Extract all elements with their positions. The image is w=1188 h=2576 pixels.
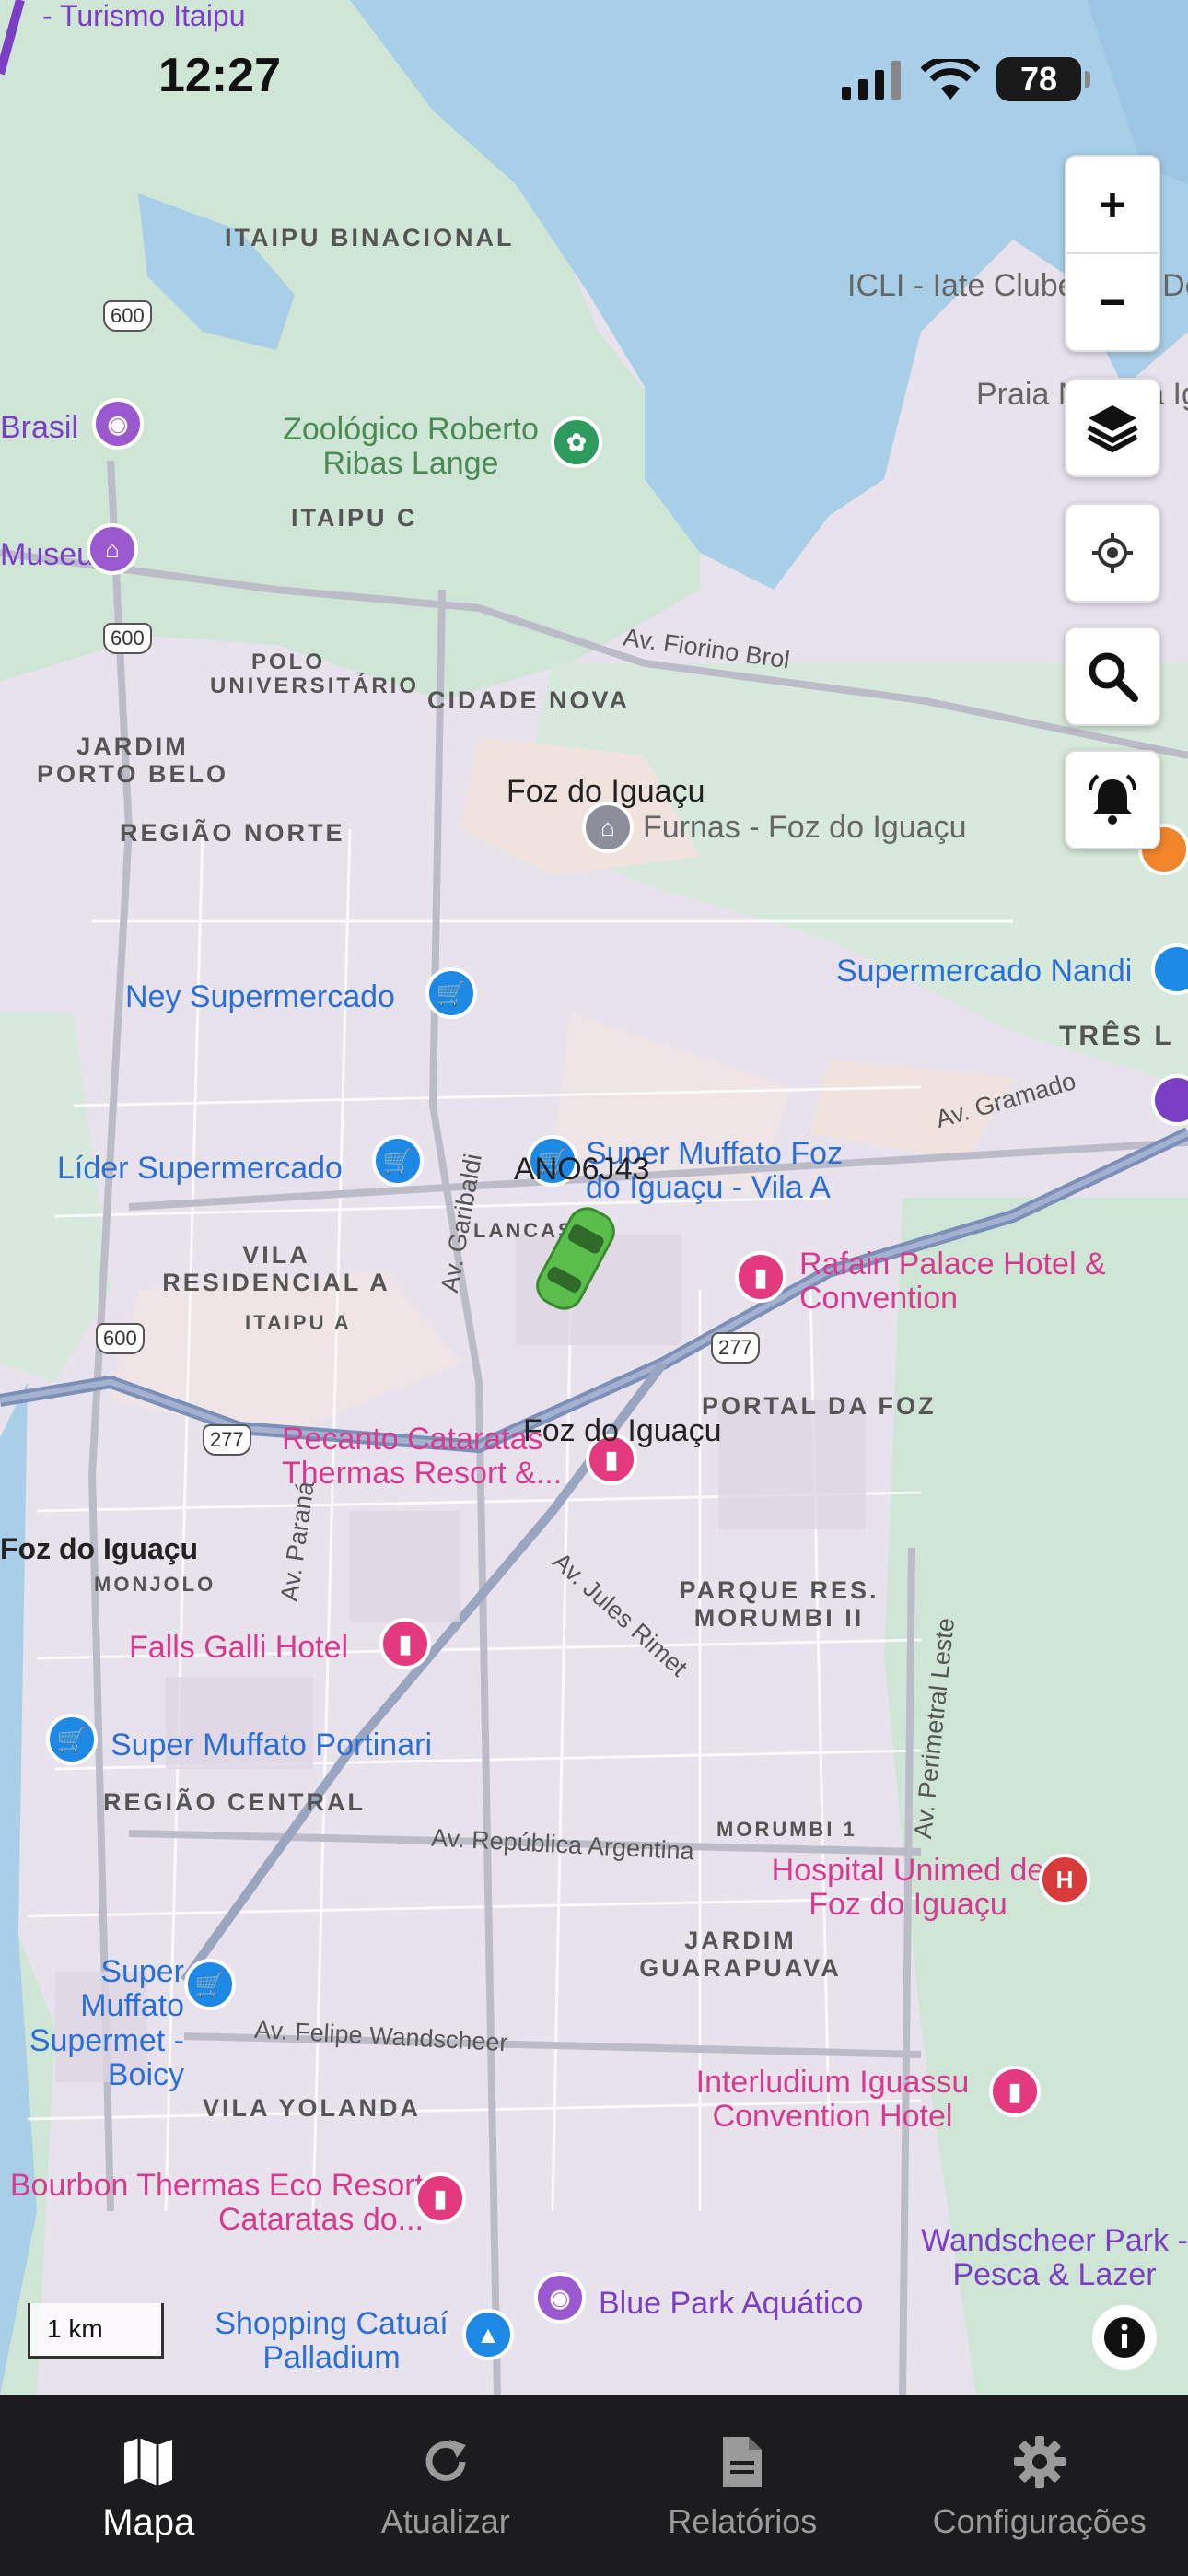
place-label-super-muffato-boicy: Super Muffato Supermet - Boicy <box>29 1954 184 2093</box>
place-label-mirante: - Turismo Itaipu <box>42 0 246 32</box>
place-label-brasil: Brasil <box>0 410 79 445</box>
place-label-supermercado-nandi: Supermercado Nandi <box>836 954 1133 989</box>
area-label-monjolo: MONJOLO <box>94 1573 216 1596</box>
info-icon <box>1104 2317 1145 2358</box>
place-label-zoologico: Zoológico Roberto Ribas Lange <box>283 412 539 482</box>
scale-bar: 1 km <box>28 2303 164 2359</box>
cart-icon[interactable]: 🛒 <box>372 1135 424 1187</box>
nav-label-relatorios: Relatórios <box>668 2502 818 2540</box>
place-label-foz-left: Foz do Iguaçu <box>0 1532 199 1565</box>
cart-icon[interactable]: 🛒 <box>425 967 477 1019</box>
zoom-control: + − <box>1065 155 1160 352</box>
hotel-icon[interactable]: ▮ <box>735 1251 786 1303</box>
nav-item-configuracoes[interactable]: Configurações <box>891 2395 1188 2576</box>
area-label-morumbi: MORUMBI 1 <box>716 1818 857 1841</box>
nav-label-atualizar: Atualizar <box>380 2502 510 2540</box>
area-label-vila-yolanda: VILA YOLANDA <box>203 2094 422 2122</box>
place-label-furnas: Furnas - Foz do Iguaçu <box>643 810 967 845</box>
search-icon <box>1066 628 1159 724</box>
info-button[interactable] <box>1092 2305 1157 2370</box>
water-park-icon[interactable]: ◉ <box>534 2272 586 2324</box>
search-button[interactable] <box>1065 626 1160 726</box>
place-label-lider: Líder Supermercado <box>57 1151 343 1186</box>
place-label-ney: Ney Supermercado <box>125 979 395 1014</box>
area-label-itaipu-a: ITAIPU A <box>245 1311 352 1334</box>
place-label-museu: Museu <box>0 537 95 572</box>
area-label-polo: POLO UNIVERSITÁRIO <box>210 650 420 699</box>
area-label-tres: TRÊS L <box>1059 1021 1174 1051</box>
hotel-icon[interactable]: ▮ <box>414 2172 466 2224</box>
place-label-super-muffato-portinari: Super Muffato Portinari <box>111 1727 432 1762</box>
area-label-parque: PARQUE RES. MORUMBI II <box>679 1576 879 1632</box>
nav-item-mapa[interactable]: Mapa <box>0 2395 297 2576</box>
place-label-bourbon: Bourbon Thermas Eco Resort Cataratas do.… <box>9 2168 424 2238</box>
layers-icon <box>1066 380 1159 475</box>
vehicle-car-icon[interactable] <box>525 1194 626 1323</box>
locate-button[interactable] <box>1065 503 1160 603</box>
bell-alarm-icon <box>1066 752 1159 848</box>
place-label-falls: Falls Galli Hotel <box>129 1630 349 1665</box>
place-label-wandscheer: Wandscheer Park - Pesca & Lazer <box>921 2223 1188 2293</box>
highway-shield: 600 <box>103 300 152 332</box>
nav-item-atualizar[interactable]: Atualizar <box>297 2395 595 2576</box>
zoom-in-button[interactable]: + <box>1066 157 1159 252</box>
area-label-regiao-central: REGIÃO CENTRAL <box>103 1788 366 1816</box>
city-label: Foz do Iguaçu <box>523 1413 722 1448</box>
gear-icon <box>1012 2432 1067 2491</box>
hospital-icon[interactable]: H <box>1039 1854 1090 1905</box>
zoom-out-button[interactable]: − <box>1066 254 1159 350</box>
paw-icon[interactable]: ✿ <box>551 416 602 468</box>
highway-shield: 277 <box>711 1332 760 1364</box>
area-label-jardim-guarapuava: JARDIM GUARAPUAVA <box>639 1926 842 1982</box>
place-label-rafain: Rafain Palace Hotel & Convention <box>799 1247 1106 1317</box>
area-label-cidade-nova: CIDADE NOVA <box>427 686 631 714</box>
place-label-blue-park: Blue Park Aquático <box>599 2286 864 2321</box>
nav-label-mapa: Mapa <box>102 2502 195 2543</box>
area-label-itaipu-c: ITAIPU C <box>291 504 418 532</box>
city-label: Foz do Iguaçu <box>507 774 705 809</box>
place-label-interludium: Interludium Iguassu Convention Hotel <box>695 2065 970 2135</box>
highway-shield: 600 <box>96 1323 145 1354</box>
vehicle-label: ANO6J43 <box>514 1152 650 1187</box>
cellular-signal-icon <box>842 61 901 100</box>
shopping-bag-icon[interactable]: ▲ <box>462 2309 514 2360</box>
status-time: 12:27 <box>158 49 281 102</box>
refresh-icon <box>420 2432 472 2491</box>
document-icon <box>719 2432 765 2491</box>
area-label-portal: PORTAL DA FOZ <box>702 1392 937 1420</box>
cart-icon[interactable]: 🛒 <box>46 1714 98 1765</box>
place-label-catuai: Shopping Catuaí Palladium <box>215 2306 448 2376</box>
area-label-itaipu-binacional: ITAIPU BINACIONAL <box>225 224 515 252</box>
layers-button[interactable] <box>1065 378 1160 477</box>
alarm-button[interactable] <box>1065 750 1160 849</box>
map-icon <box>121 2432 176 2491</box>
nav-item-relatorios[interactable]: Relatórios <box>594 2395 891 2576</box>
battery-indicator: 78 <box>996 57 1090 101</box>
museum-icon[interactable]: ⌂ <box>87 523 138 575</box>
map-view[interactable]: - Turismo Itaipu ITAIPU BINACIONAL ICLI … <box>0 0 1188 2395</box>
wifi-icon <box>921 59 980 100</box>
hotel-icon[interactable]: ▮ <box>989 2066 1041 2117</box>
bottom-navigation: Mapa Atualizar Relatórios Configurações <box>0 2395 1188 2576</box>
area-label-regiao-norte: REGIÃO NORTE <box>120 819 345 847</box>
place-label-hospital: Hospital Unimed de Foz do Iguaçu <box>771 1853 1045 1923</box>
area-label-vila-residencial: VILA RESIDENCIAL A <box>162 1241 390 1296</box>
locate-icon <box>1066 505 1159 601</box>
area-label-jardim-porto-belo: JARDIM PORTO BELO <box>36 732 229 788</box>
camera-icon[interactable]: ◉ <box>92 398 144 450</box>
hotel-icon[interactable]: ▮ <box>379 1618 431 1669</box>
highway-shield: 277 <box>203 1424 251 1456</box>
cart-icon[interactable]: 🛒 <box>184 1959 236 2010</box>
highway-shield: 600 <box>103 623 152 654</box>
nav-label-configuracoes: Configurações <box>932 2502 1147 2540</box>
